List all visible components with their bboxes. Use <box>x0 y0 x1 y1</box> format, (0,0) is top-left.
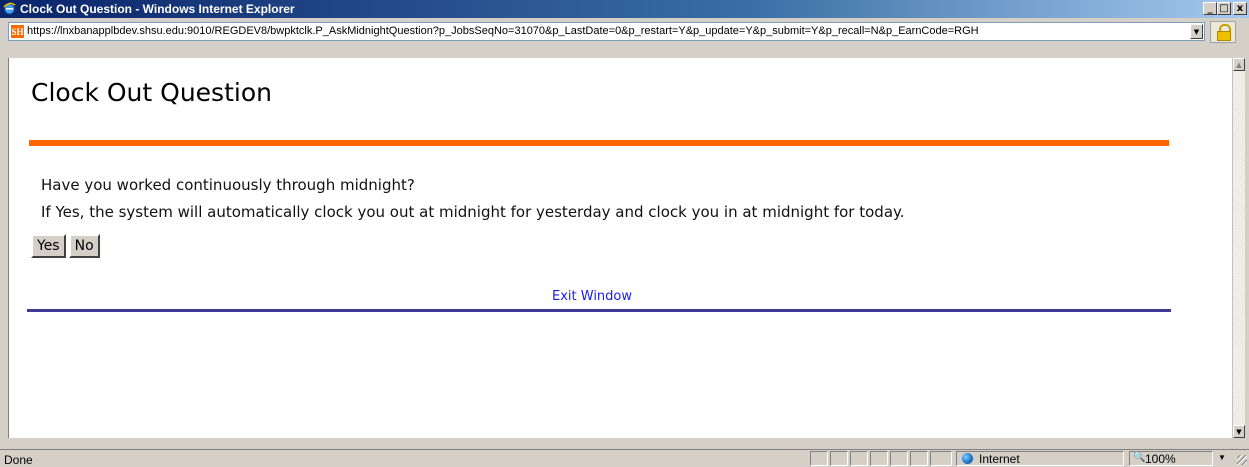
zoom-level: 100% <box>1145 452 1176 466</box>
ie-logo-icon <box>3 2 16 15</box>
title-divider <box>29 140 1169 146</box>
globe-icon <box>962 453 973 464</box>
zoom-dropdown-icon[interactable]: ▼ <box>1218 453 1226 462</box>
scroll-down-icon[interactable]: ▼ <box>1233 425 1245 438</box>
zoom-control[interactable]: 🔍 100% <box>1129 451 1213 466</box>
resize-grip-icon[interactable] <box>1237 455 1247 465</box>
maximize-button[interactable]: □ <box>1217 2 1231 15</box>
address-field[interactable]: SH https://lnxbanapplbdev.shsu.edu:9010/… <box>8 22 1205 41</box>
address-bar: SH https://lnxbanapplbdev.shsu.edu:9010/… <box>0 18 1249 58</box>
status-text: Done <box>4 453 33 467</box>
address-url[interactable]: https://lnxbanapplbdev.shsu.edu:9010/REG… <box>27 25 1188 37</box>
status-pane <box>850 451 868 466</box>
minimize-button[interactable]: _ <box>1203 2 1217 15</box>
no-button[interactable]: No <box>68 234 100 258</box>
status-pane <box>810 451 828 466</box>
address-dropdown-button[interactable]: ▼ <box>1190 24 1203 39</box>
site-favicon-icon: SH <box>11 25 24 38</box>
status-pane <box>830 451 848 466</box>
zone-label: Internet <box>979 452 1020 466</box>
exit-window-link[interactable]: Exit Window <box>552 289 632 304</box>
answer-buttons: Yes No <box>31 234 100 258</box>
status-pane <box>870 451 888 466</box>
status-bar: Done Internet 🔍 100% ▼ <box>0 449 1249 467</box>
status-pane <box>890 451 908 466</box>
status-pane <box>910 451 928 466</box>
question-text: Have you worked continuously through mid… <box>41 176 415 194</box>
footer-divider <box>27 309 1171 312</box>
page-content: Clock Out Question Have you worked conti… <box>8 58 1232 438</box>
status-pane <box>930 451 952 466</box>
title-bar[interactable]: Clock Out Question - Windows Internet Ex… <box>0 0 1249 18</box>
zoom-icon: 🔍 <box>1133 452 1146 463</box>
security-zone[interactable]: Internet <box>956 451 1124 466</box>
page-title: Clock Out Question <box>31 78 272 107</box>
yes-button[interactable]: Yes <box>31 234 66 258</box>
close-button[interactable]: x <box>1233 2 1247 15</box>
security-lock-icon[interactable] <box>1210 21 1236 43</box>
explanation-text: If Yes, the system will automatically cl… <box>41 203 905 221</box>
vertical-scrollbar[interactable]: ▲ ▼ <box>1232 58 1245 438</box>
window-title: Clock Out Question - Windows Internet Ex… <box>20 2 295 16</box>
scroll-up-icon[interactable]: ▲ <box>1233 58 1245 71</box>
